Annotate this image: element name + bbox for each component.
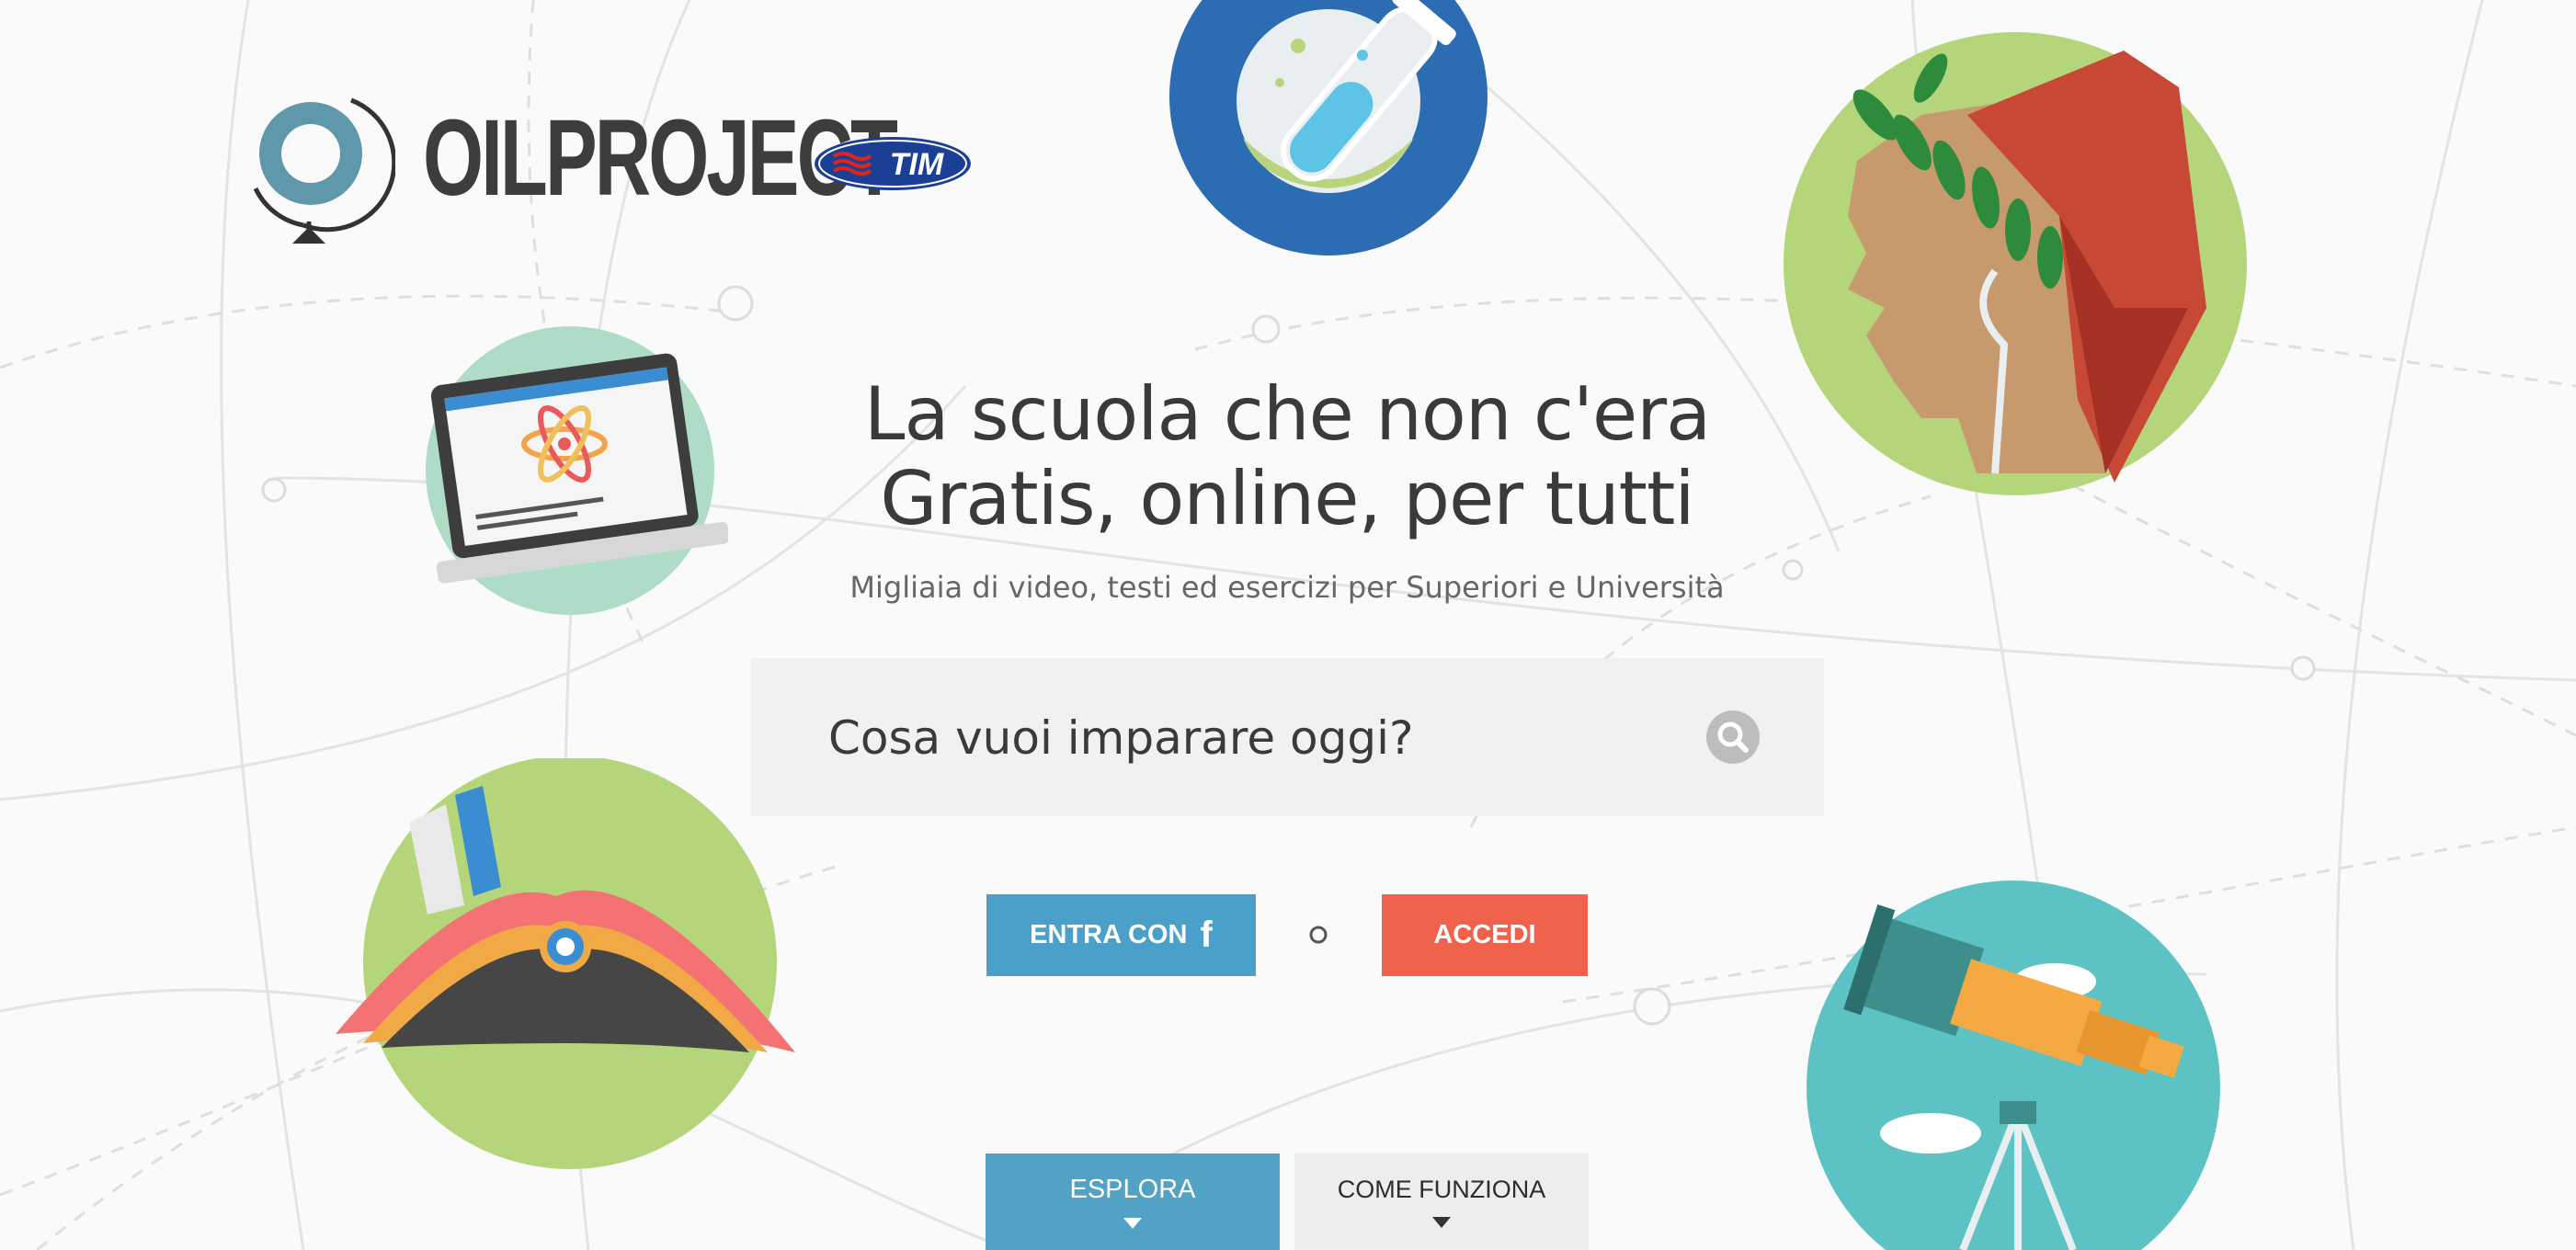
how-it-works-tab[interactable]: COME FUNZIONA [1294, 1153, 1589, 1250]
facebook-login-button[interactable]: ENTRA CON f [986, 894, 1256, 976]
hero-title-line1: La scuola che non c'era [863, 371, 1711, 457]
telescope-icon [1807, 881, 2220, 1250]
or-separator [1309, 926, 1328, 944]
facebook-login-label: ENTRA CON [1030, 920, 1188, 949]
chemistry-flask-icon [1169, 0, 1487, 256]
oilproject-logo[interactable]: OILPROJECT TIM [248, 87, 984, 244]
login-button[interactable]: ACCEDI [1382, 894, 1588, 976]
explore-tab[interactable]: ESPLORA [986, 1153, 1280, 1250]
explore-label: ESPLORA [1069, 1175, 1196, 1204]
hero-subtitle: Migliaia di video, testi ed esercizi per… [849, 570, 1725, 605]
facebook-f-icon: f [1200, 915, 1213, 955]
tim-logo: TIM [815, 137, 971, 190]
chevron-down-icon [1432, 1217, 1451, 1228]
search-icon[interactable] [1705, 710, 1761, 765]
tim-label: TIM [890, 147, 944, 182]
hero-title-line2: Gratis, online, per tutti [880, 456, 1694, 541]
globe-icon [253, 97, 395, 244]
search-input[interactable] [826, 658, 1713, 818]
hero-title: La scuola che non c'era Gratis, online, … [644, 372, 1931, 541]
how-it-works-label: COME FUNZIONA [1337, 1176, 1546, 1203]
chevron-down-icon [1123, 1218, 1142, 1229]
search-box [751, 658, 1824, 818]
napoleon-hat-icon [336, 758, 795, 1169]
